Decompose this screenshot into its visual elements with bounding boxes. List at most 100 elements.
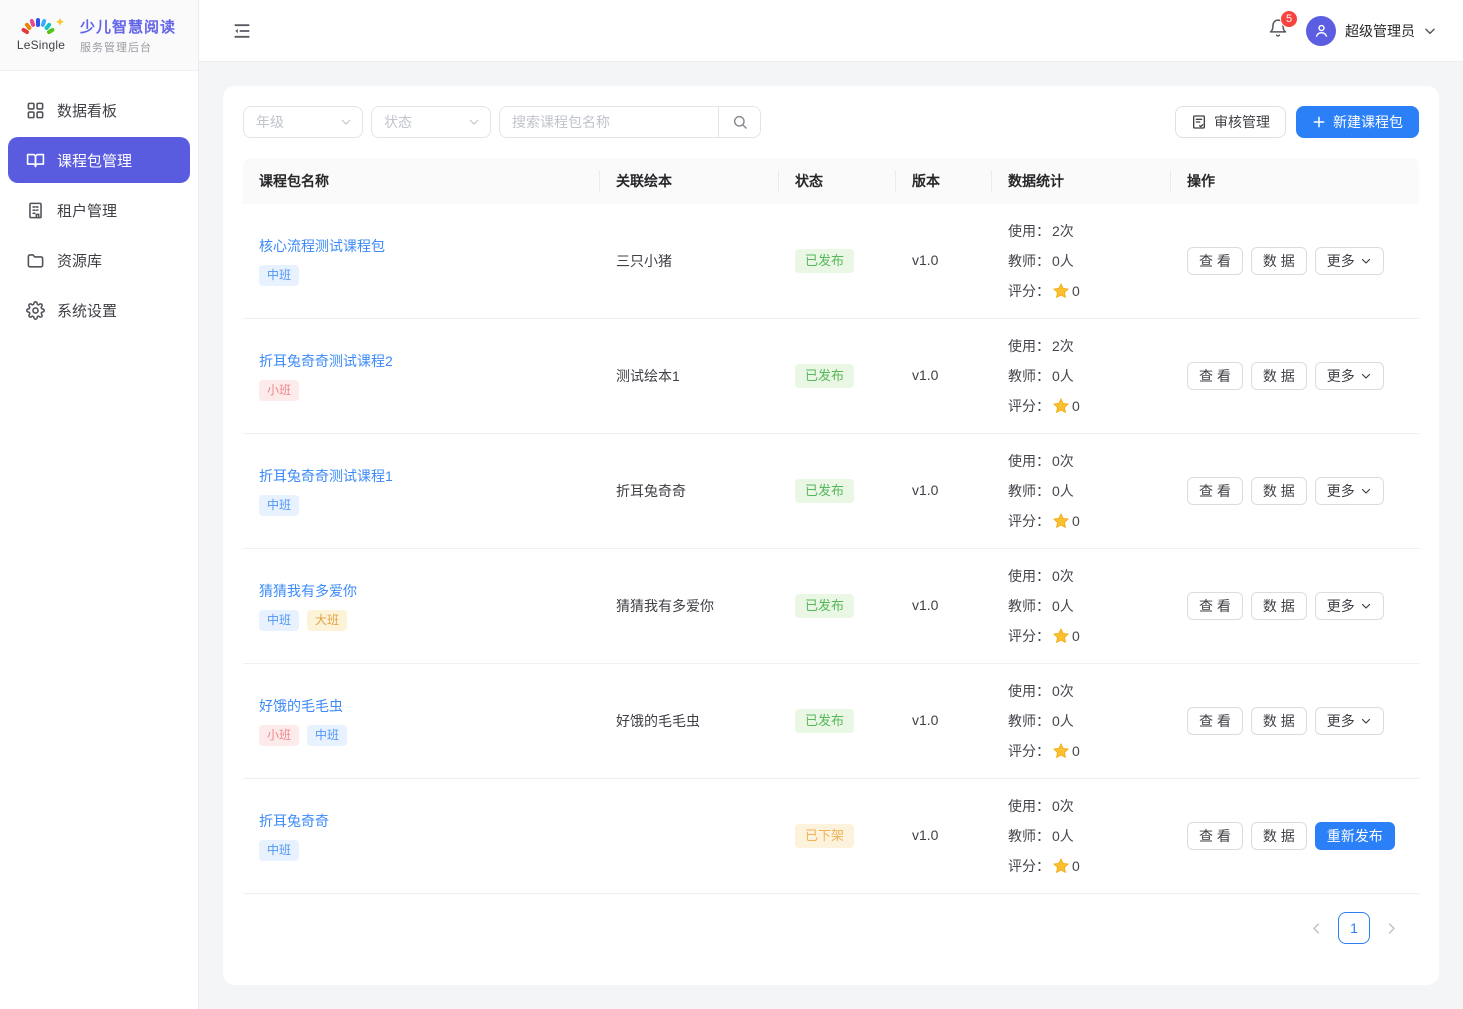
view-button[interactable]: 查 看 (1187, 592, 1243, 620)
usage-label: 使用： (1008, 561, 1050, 591)
more-button[interactable]: 更多 (1315, 247, 1384, 275)
search-button[interactable] (718, 107, 760, 137)
star-icon (1052, 397, 1070, 415)
data-button[interactable]: 数 据 (1251, 707, 1307, 735)
data-button[interactable]: 数 据 (1251, 592, 1307, 620)
related-book: 测试绘本1 (616, 368, 680, 384)
grade-tag: 中班 (259, 495, 299, 515)
create-course-package-button[interactable]: 新建课程包 (1296, 106, 1419, 138)
chevron-down-icon[interactable] (1423, 24, 1437, 38)
teachers-label: 教师： (1008, 706, 1050, 736)
usage-label: 使用： (1008, 216, 1050, 246)
logo-star-icon (56, 18, 64, 26)
package-name-link[interactable]: 折耳兔奇奇测试课程2 (259, 351, 393, 371)
more-button[interactable]: 更多 (1315, 592, 1384, 620)
dashboard-icon (26, 101, 45, 120)
usage-label: 使用： (1008, 446, 1050, 476)
usage-value: 0次 (1052, 446, 1074, 476)
status-badge: 已发布 (795, 364, 854, 388)
grade-select[interactable]: 年级 (243, 106, 363, 138)
sidebar-item-tenants[interactable]: 租户管理 (8, 187, 190, 233)
teachers-label: 教师： (1008, 476, 1050, 506)
teachers-label: 教师： (1008, 246, 1050, 276)
search-input[interactable] (500, 107, 718, 137)
version: v1.0 (912, 597, 938, 613)
sidebar-item-dashboard[interactable]: 数据看板 (8, 87, 190, 133)
grade-tag: 中班 (259, 265, 299, 285)
review-management-label: 审核管理 (1214, 112, 1270, 132)
status-badge: 已发布 (795, 249, 854, 273)
main-area: 5 超级管理员 年级 (199, 0, 1463, 1009)
sidebar-item-label: 数据看板 (57, 100, 117, 121)
next-page-button[interactable] (1384, 921, 1399, 936)
package-name-link[interactable]: 核心流程测试课程包 (259, 236, 385, 256)
view-button[interactable]: 查 看 (1187, 362, 1243, 390)
package-name-link[interactable]: 好饿的毛毛虫 (259, 696, 343, 716)
usage-label: 使用： (1008, 331, 1050, 361)
notification-badge: 5 (1280, 10, 1298, 28)
more-button[interactable]: 更多 (1315, 707, 1384, 735)
search-icon (732, 114, 748, 130)
table-row: 折耳兔奇奇 中班 已下架 v1.0 使用：0次 教师：0人 评分：0 (243, 779, 1419, 894)
status-badge: 已发布 (795, 594, 854, 618)
filter-bar: 年级 状态 (243, 106, 1419, 138)
gear-icon (26, 301, 45, 320)
view-button[interactable]: 查 看 (1187, 822, 1243, 850)
prev-page-button[interactable] (1309, 921, 1324, 936)
usage-value: 0次 (1052, 676, 1074, 706)
rating-value: 0 (1072, 621, 1080, 651)
package-name-link[interactable]: 折耳兔奇奇测试课程1 (259, 466, 393, 486)
data-button[interactable]: 数 据 (1251, 477, 1307, 505)
star-icon (1052, 627, 1070, 645)
open-book-icon (26, 151, 45, 170)
table-row: 好饿的毛毛虫 小班 中班 好饿的毛毛虫 已发布 v1.0 使用：0次 教师：0人 (243, 664, 1419, 779)
chevron-down-icon (1360, 600, 1372, 612)
rating-label: 评分： (1008, 736, 1050, 766)
user-icon (1313, 22, 1330, 39)
teachers-label: 教师： (1008, 361, 1050, 391)
sidebar-item-label: 系统设置 (57, 300, 117, 321)
version: v1.0 (912, 367, 938, 383)
chevron-left-icon (1309, 921, 1324, 936)
view-button[interactable]: 查 看 (1187, 707, 1243, 735)
data-button[interactable]: 数 据 (1251, 822, 1307, 850)
column-header-stats: 数据统计 (992, 171, 1171, 191)
avatar[interactable] (1306, 16, 1336, 46)
sidebar: LeSingle 少儿智慧阅读 服务管理后台 数据看板 课程包管理 (0, 0, 199, 1009)
more-button[interactable]: 更多 (1315, 362, 1384, 390)
table-row: 折耳兔奇奇测试课程2 小班 测试绘本1 已发布 v1.0 使用：2次 教师：0人… (243, 319, 1419, 434)
view-button[interactable]: 查 看 (1187, 477, 1243, 505)
rating-value: 0 (1072, 391, 1080, 421)
sidebar-collapse-button[interactable] (232, 21, 252, 41)
status-select[interactable]: 状态 (371, 106, 491, 138)
page-number-1[interactable]: 1 (1338, 912, 1370, 944)
teachers-value: 0人 (1052, 821, 1074, 851)
sidebar-item-settings[interactable]: 系统设置 (8, 287, 190, 333)
notifications-button[interactable]: 5 (1268, 18, 1288, 44)
more-button[interactable]: 更多 (1315, 477, 1384, 505)
sidebar-item-resources[interactable]: 资源库 (8, 237, 190, 283)
star-icon (1052, 742, 1070, 760)
package-name-link[interactable]: 折耳兔奇奇 (259, 811, 329, 831)
sidebar-item-label: 课程包管理 (57, 150, 132, 171)
status-badge: 已下架 (795, 824, 854, 848)
sidebar-item-course-packages[interactable]: 课程包管理 (8, 137, 190, 183)
grade-tag: 中班 (259, 610, 299, 630)
status-badge: 已发布 (795, 479, 854, 503)
view-button[interactable]: 查 看 (1187, 247, 1243, 275)
republish-button[interactable]: 重新发布 (1315, 822, 1395, 850)
grade-tag: 大班 (307, 610, 347, 630)
chevron-down-icon (1360, 485, 1372, 497)
pagination: 1 (243, 912, 1419, 944)
review-management-button[interactable]: 审核管理 (1175, 106, 1286, 138)
data-button[interactable]: 数 据 (1251, 247, 1307, 275)
rating-label: 评分： (1008, 276, 1050, 306)
chevron-down-icon (1360, 715, 1372, 727)
data-button[interactable]: 数 据 (1251, 362, 1307, 390)
logo-bars-icon (16, 18, 66, 40)
package-name-link[interactable]: 猜猜我有多爱你 (259, 581, 357, 601)
logo-area: LeSingle 少儿智慧阅读 服务管理后台 (0, 0, 198, 71)
column-header-book: 关联绘本 (600, 171, 779, 191)
rating-label: 评分： (1008, 851, 1050, 881)
table-row: 核心流程测试课程包 中班 三只小猪 已发布 v1.0 使用：2次 教师：0人 评… (243, 204, 1419, 319)
